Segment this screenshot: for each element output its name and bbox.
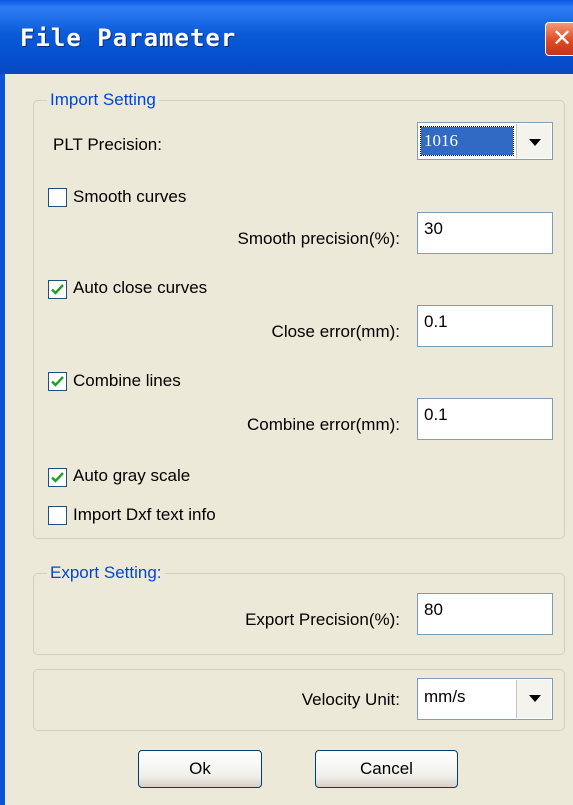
combine-error-input[interactable]: 0.1 <box>417 398 553 440</box>
cancel-button[interactable]: Cancel <box>315 750 458 788</box>
combine-error-label: Combine error(mm): <box>246 415 400 434</box>
file-parameter-dialog: File Parameter ✕ Import Setting PLT Prec… <box>0 0 573 805</box>
chevron-down-icon <box>529 139 541 146</box>
velocity-unit-label: Velocity Unit: <box>301 690 400 709</box>
ok-button[interactable]: Ok <box>138 750 262 788</box>
close-error-label: Close error(mm): <box>271 322 400 341</box>
check-icon <box>51 472 64 483</box>
check-icon <box>51 376 64 387</box>
auto-close-curves-label[interactable]: Auto close curves <box>73 278 207 298</box>
smooth-precision-input[interactable]: 30 <box>417 212 553 254</box>
check-icon <box>51 284 64 295</box>
combine-lines-label[interactable]: Combine lines <box>73 371 181 391</box>
chevron-down-icon <box>529 695 541 702</box>
auto-close-curves-checkbox[interactable] <box>48 280 67 299</box>
plt-precision-value: 1016 <box>424 131 458 150</box>
title-bar[interactable]: File Parameter ✕ <box>0 0 573 74</box>
smooth-curves-checkbox[interactable] <box>48 188 67 207</box>
import-dxf-text-label[interactable]: Import Dxf text info <box>73 505 216 525</box>
export-setting-legend: Export Setting: <box>47 563 165 583</box>
plt-precision-label: PLT Precision: <box>53 135 162 154</box>
plt-precision-dropdown-button[interactable] <box>516 124 551 158</box>
export-precision-label: Export Precision(%): <box>245 610 400 629</box>
close-error-input[interactable]: 0.1 <box>417 305 553 347</box>
window-frame-left <box>0 74 5 805</box>
plt-precision-selected: 1016 <box>420 126 514 156</box>
plt-precision-select[interactable]: 1016 <box>417 122 553 160</box>
window-title: File Parameter <box>20 24 237 52</box>
velocity-unit-select[interactable]: mm/s <box>417 678 553 720</box>
export-precision-input[interactable]: 80 <box>417 593 553 635</box>
close-button[interactable]: ✕ <box>545 22 573 56</box>
velocity-unit-dropdown-button[interactable] <box>516 680 551 718</box>
close-icon: ✕ <box>551 24 573 52</box>
smooth-curves-label[interactable]: Smooth curves <box>73 187 186 207</box>
velocity-unit-value: mm/s <box>424 687 466 706</box>
import-dxf-text-checkbox[interactable] <box>48 506 67 525</box>
smooth-precision-label: Smooth precision(%): <box>237 229 400 248</box>
import-setting-legend: Import Setting <box>47 90 159 110</box>
auto-gray-scale-label[interactable]: Auto gray scale <box>73 466 190 486</box>
combine-lines-checkbox[interactable] <box>48 372 67 391</box>
auto-gray-scale-checkbox[interactable] <box>48 468 67 487</box>
